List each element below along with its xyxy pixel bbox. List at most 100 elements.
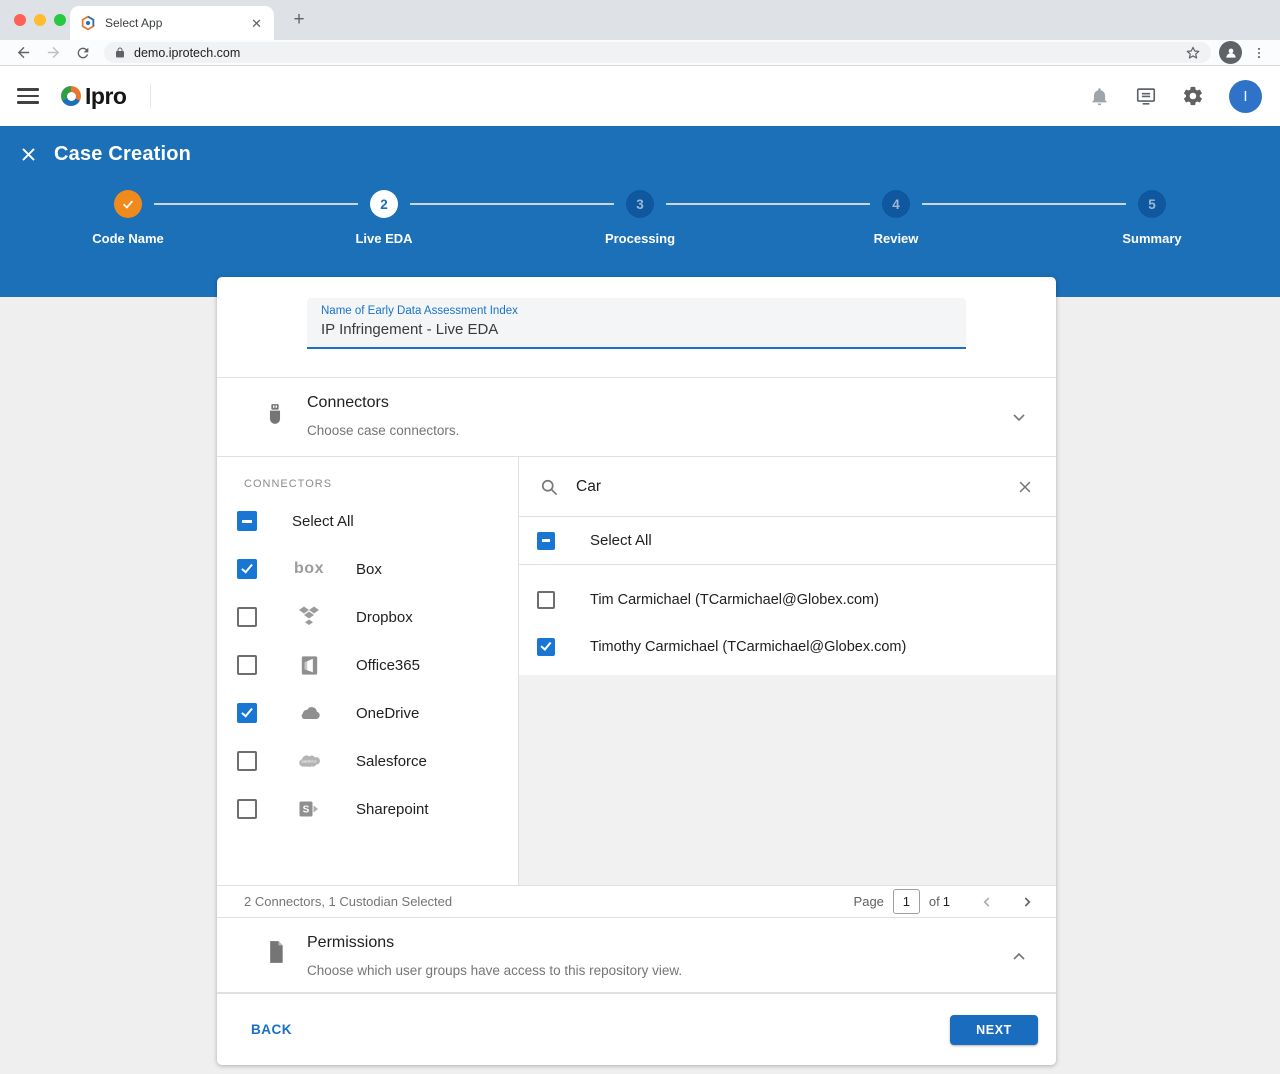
tab-title: Select App: [105, 16, 249, 30]
browser-toolbar: demo.iprotech.com: [0, 40, 1280, 66]
chevron-down-icon[interactable]: [1009, 407, 1029, 427]
box-checkbox[interactable]: [237, 559, 257, 579]
eda-name-field[interactable]: Name of Early Data Assessment Index: [307, 298, 966, 349]
eda-name-input[interactable]: [307, 317, 966, 347]
connector-row-onedrive[interactable]: OneDrive: [217, 689, 518, 737]
dropbox-checkbox[interactable]: [237, 607, 257, 627]
search-icon: [539, 477, 559, 497]
connector-row-dropbox[interactable]: Dropbox: [217, 593, 518, 641]
custodian-checkbox[interactable]: [537, 591, 555, 609]
page-title: Case Creation: [54, 143, 191, 166]
custodian-search[interactable]: [519, 457, 1056, 517]
custodian-row[interactable]: Tim Carmichael (TCarmichael@Globex.com): [519, 576, 1056, 623]
new-tab-button[interactable]: +: [288, 9, 310, 31]
page-total: 1: [943, 894, 950, 909]
page-number-input[interactable]: [893, 889, 920, 914]
connectors-panel: CONNECTORS Select All box Box Dropbox: [217, 457, 1056, 885]
sharepoint-checkbox[interactable]: [237, 799, 257, 819]
appbar-divider: [150, 83, 151, 109]
step-summary[interactable]: 5 Summary: [1024, 190, 1280, 246]
connector-row-salesforce[interactable]: salesforce Salesforce: [217, 737, 518, 785]
dropbox-icon: [295, 605, 323, 629]
page-label: Page: [854, 894, 884, 909]
custodian-checkbox[interactable]: [537, 638, 555, 656]
connectors-subtitle: Choose case connectors.: [307, 423, 459, 438]
select-all-checkbox[interactable]: [237, 511, 257, 531]
user-avatar[interactable]: I: [1229, 80, 1262, 113]
salesforce-checkbox[interactable]: [237, 751, 257, 771]
browser-tab[interactable]: Select App ✕: [70, 6, 274, 40]
eda-name-section: Name of Early Data Assessment Index: [217, 298, 1056, 377]
ipro-logo[interactable]: Ipro: [61, 83, 126, 110]
custodian-list: Tim Carmichael (TCarmichael@Globex.com) …: [519, 565, 1056, 675]
step-number: 3: [626, 190, 654, 218]
connector-list-header: CONNECTORS: [244, 478, 518, 490]
app-bar: Ipro I: [0, 66, 1280, 126]
box-icon: box: [295, 560, 323, 578]
connectors-title: Connectors: [307, 394, 389, 412]
custodian-row[interactable]: Timothy Carmichael (TCarmichael@Globex.c…: [519, 623, 1056, 670]
document-icon: [266, 939, 286, 965]
connector-row-sharepoint[interactable]: S Sharepoint: [217, 785, 518, 833]
url-text[interactable]: demo.iprotech.com: [134, 46, 1185, 60]
minimize-window-button[interactable]: [34, 14, 46, 26]
office365-icon: [295, 654, 323, 677]
clear-search-icon[interactable]: [1016, 478, 1034, 496]
bell-icon[interactable]: [1089, 86, 1110, 107]
wizard-stepper: Code Name 2 Live EDA 3 Processing 4 Revi…: [0, 190, 1280, 246]
menu-icon[interactable]: [17, 88, 39, 104]
url-bar[interactable]: demo.iprotech.com: [104, 42, 1211, 63]
custodian-select-all-checkbox[interactable]: [537, 532, 555, 550]
step-code-name[interactable]: Code Name: [0, 190, 256, 246]
connector-list: CONNECTORS Select All box Box Dropbox: [217, 457, 519, 885]
back-arrow-icon[interactable]: [11, 41, 35, 65]
step-connector: [922, 203, 1126, 205]
office365-checkbox[interactable]: [237, 655, 257, 675]
permissions-title: Permissions: [307, 934, 394, 952]
browser-menu-icon[interactable]: [1252, 46, 1266, 60]
step-review[interactable]: 4 Review: [768, 190, 1024, 246]
tab-favicon-icon: [80, 15, 96, 31]
next-button[interactable]: NEXT: [950, 1015, 1038, 1045]
reload-icon[interactable]: [71, 41, 95, 65]
page-of-label: of: [929, 894, 940, 909]
selection-status: 2 Connectors, 1 Custodian Selected: [244, 894, 452, 909]
permissions-subtitle: Choose which user groups have access to …: [307, 963, 682, 978]
connectors-header[interactable]: Connectors Choose case connectors.: [217, 378, 1056, 457]
star-icon[interactable]: [1185, 45, 1201, 61]
ipro-logo-mark-icon: [61, 86, 81, 106]
step-number: 4: [882, 190, 910, 218]
close-icon[interactable]: [19, 145, 38, 164]
onedrive-checkbox[interactable]: [237, 703, 257, 723]
chevron-up-icon[interactable]: [1009, 947, 1029, 967]
gear-icon[interactable]: [1182, 85, 1204, 107]
step-live-eda[interactable]: 2 Live EDA: [256, 190, 512, 246]
svg-text:salesforce: salesforce: [301, 759, 316, 763]
step-number: 5: [1138, 190, 1166, 218]
system-messages-icon[interactable]: [1135, 85, 1157, 107]
zoom-window-button[interactable]: [54, 14, 66, 26]
browser-profile-icon[interactable]: [1219, 41, 1242, 64]
connector-select-all-row[interactable]: Select All: [217, 497, 518, 545]
sharepoint-icon: S: [295, 797, 323, 821]
forward-arrow-icon[interactable]: [41, 41, 65, 65]
plug-icon: [264, 403, 286, 431]
page-next-icon[interactable]: [1018, 893, 1036, 911]
connector-row-office365[interactable]: Office365: [217, 641, 518, 689]
close-window-button[interactable]: [14, 14, 26, 26]
step-processing[interactable]: 3 Processing: [512, 190, 768, 246]
window-controls[interactable]: [14, 14, 66, 26]
step-connector: [154, 203, 358, 205]
tab-close-icon[interactable]: ✕: [249, 15, 264, 32]
back-button[interactable]: BACK: [251, 1022, 292, 1037]
onedrive-icon: [295, 700, 323, 726]
browser-tab-strip: Select App ✕ +: [0, 0, 1280, 40]
permissions-header[interactable]: Permissions Choose which user groups hav…: [217, 918, 1056, 993]
selection-footer: 2 Connectors, 1 Custodian Selected Page …: [217, 885, 1056, 918]
page-prev-icon[interactable]: [978, 893, 996, 911]
lock-icon: [114, 46, 126, 59]
custodian-select-all-row[interactable]: Select All: [519, 517, 1056, 565]
connector-row-box[interactable]: box Box: [217, 545, 518, 593]
custodian-panel: Select All Tim Carmichael (TCarmichael@G…: [519, 457, 1056, 885]
search-input[interactable]: [576, 478, 1016, 496]
